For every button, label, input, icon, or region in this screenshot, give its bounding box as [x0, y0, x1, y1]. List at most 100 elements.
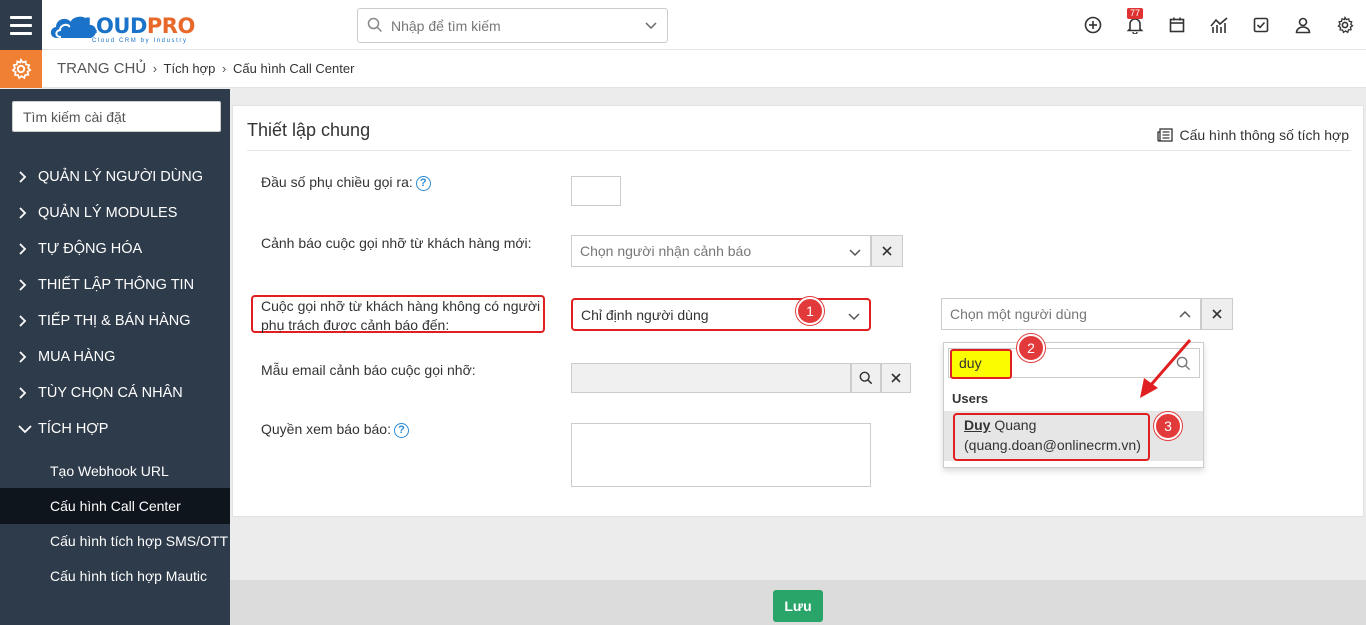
sidebar-item-user-management[interactable]: QUẢN LÝ NGƯỜI DÙNG — [0, 159, 230, 195]
sidebar-subitem-label: Cấu hình tích hợp Mautic — [50, 568, 208, 584]
sidebar-subitem-call-center[interactable]: Cấu hình Call Center — [0, 488, 230, 524]
save-button[interactable]: Lưu — [773, 590, 823, 622]
option-name: Duy Quang — [964, 417, 1036, 433]
clear-user-button[interactable] — [1201, 298, 1233, 330]
sidebar-item-label: THIẾT LẬP THÔNG TIN — [38, 277, 195, 293]
chevron-down-icon — [645, 22, 657, 30]
gear-icon[interactable] — [1334, 14, 1356, 36]
option-name-match: Duy — [964, 417, 991, 433]
settings-card: Thiết lập chung Cấu hình thông số tích h… — [232, 105, 1364, 517]
report-permission-label-text: Quyền xem báo báo: — [261, 421, 391, 437]
sidebar-item-integration[interactable]: TÍCH HỢP — [0, 411, 230, 447]
user-select[interactable]: Chọn một người dùng — [941, 298, 1201, 330]
annotation-arrow — [1140, 339, 1192, 398]
sidebar-item-marketing-sales[interactable]: TIẾP THỊ & BÁN HÀNG — [0, 303, 230, 339]
prefix-input[interactable] — [571, 176, 621, 206]
chevron-down-icon — [848, 313, 860, 321]
step-marker-2: 2 — [1017, 334, 1045, 362]
chevron-right-icon — [18, 207, 32, 219]
hamburger-line — [10, 23, 32, 27]
footer-bar: Lưu — [230, 580, 1366, 625]
top-bar: CLOUDPRO Cloud CRM by Industry Nhập để t… — [0, 0, 1366, 50]
sidebar-item-label: MUA HÀNG — [38, 349, 116, 365]
report-permission-label: Quyền xem báo báo:? — [261, 420, 409, 439]
gear-icon — [11, 58, 32, 80]
unassigned-label-line2: phụ trách được cảnh báo đến: — [261, 317, 450, 333]
close-icon — [1212, 309, 1222, 319]
card-divider — [247, 150, 1351, 151]
integration-params-link[interactable]: Cấu hình thông số tích hợp — [1157, 127, 1349, 143]
calendar-icon[interactable] — [1166, 14, 1188, 36]
close-icon — [882, 246, 892, 256]
report-permission-input[interactable] — [571, 423, 871, 487]
search-placeholder: Nhập để tìm kiếm — [391, 18, 501, 34]
breadcrumb-separator: › — [152, 61, 158, 76]
sidebar-item-modules[interactable]: QUẢN LÝ MODULES — [0, 195, 230, 231]
sidebar-subitem-label: Cấu hình Call Center — [50, 498, 181, 514]
cloudpro-logo[interactable]: CLOUDPRO Cloud CRM by Industry — [47, 8, 202, 44]
sidebar-subitem-webhook[interactable]: Tạo Webhook URL — [0, 453, 230, 489]
hamburger-line — [10, 15, 32, 19]
user-icon[interactable] — [1292, 14, 1314, 36]
sidebar-item-label: TÍCH HỢP — [38, 421, 109, 437]
sidebar-item-label: TỰ ĐỘNG HÓA — [38, 241, 143, 257]
prefix-label: Đầu số phụ chiều gọi ra:? — [261, 173, 431, 192]
sidebar-item-info-setup[interactable]: THIẾT LẬP THÔNG TIN — [0, 267, 230, 303]
global-search-input[interactable]: Nhập để tìm kiếm — [357, 8, 668, 43]
logo-tagline: Cloud CRM by Industry — [92, 38, 188, 44]
help-icon[interactable]: ? — [393, 423, 409, 438]
header-icons: 77 — [1082, 8, 1356, 36]
sidebar-item-label: QUẢN LÝ NGƯỜI DÙNG — [38, 169, 204, 185]
chevron-right-icon — [18, 351, 32, 363]
chevron-down-icon — [18, 424, 32, 434]
search-icon — [859, 371, 873, 385]
unassigned-mode-value: Chỉ định người dùng — [581, 307, 709, 323]
card-title: Thiết lập chung — [247, 120, 371, 140]
logo-text: CLOUDPRO — [69, 14, 195, 38]
option-name-rest: Quang — [990, 417, 1037, 433]
hamburger-line — [10, 31, 32, 35]
user-select-placeholder: Chọn một người dùng — [950, 306, 1087, 322]
email-template-input[interactable] — [571, 363, 851, 393]
sidebar-item-label: TIẾP THỊ & BÁN HÀNG — [38, 313, 191, 329]
sidebar-item-personal-options[interactable]: TÙY CHỌN CÁ NHÂN — [0, 375, 230, 411]
dropdown-group-label: Users — [952, 391, 989, 406]
breadcrumb-separator: › — [222, 61, 227, 76]
chevron-right-icon — [18, 171, 32, 183]
sidebar-subitem-sms-ott[interactable]: Cấu hình tích hợp SMS/OTT — [0, 523, 230, 559]
checkbox-icon[interactable] — [1250, 14, 1272, 36]
main-content: Thiết lập chung Cấu hình thông số tích h… — [230, 89, 1366, 625]
notification-badge: 77 — [1127, 8, 1144, 19]
chevron-right-icon — [18, 315, 32, 327]
email-template-label: Mẫu email cảnh báo cuộc gọi nhỡ: — [261, 362, 476, 378]
unassigned-mode-select[interactable]: Chỉ định người dùng — [571, 298, 871, 331]
chart-icon[interactable] — [1208, 14, 1230, 36]
plus-circle-icon[interactable] — [1082, 14, 1104, 36]
breadcrumb-home[interactable]: TRANG CHỦ — [57, 60, 146, 77]
missed-call-new-placeholder: Chọn người nhận cảnh báo — [580, 243, 752, 259]
sidebar-subitem-mautic[interactable]: Cấu hình tích hợp Mautic — [0, 558, 230, 594]
help-icon[interactable]: ? — [415, 176, 431, 191]
settings-sidebar: Tìm kiếm cài đặt QUẢN LÝ NGƯỜI DÙNG QUẢN… — [0, 89, 230, 625]
search-icon — [367, 17, 383, 33]
chevron-right-icon — [18, 387, 32, 399]
email-template-search-button[interactable] — [851, 363, 881, 393]
step-marker-3: 3 — [1154, 412, 1182, 440]
dropdown-search-value: duy — [959, 355, 982, 371]
hamburger-menu-button[interactable] — [0, 0, 42, 50]
bell-icon[interactable]: 77 — [1124, 8, 1146, 36]
chevron-down-icon — [849, 249, 861, 257]
sidebar-item-label: QUẢN LÝ MODULES — [38, 205, 178, 221]
unassigned-label-line1: Cuộc gọi nhỡ từ khách hàng không có ngườ… — [261, 298, 541, 314]
settings-gear-button[interactable] — [0, 50, 42, 88]
breadcrumb-integration[interactable]: Tích hợp — [164, 61, 216, 76]
clear-button[interactable] — [871, 235, 903, 267]
sidebar-item-purchasing[interactable]: MUA HÀNG — [0, 339, 230, 375]
unassigned-label: Cuộc gọi nhỡ từ khách hàng không có ngườ… — [261, 297, 540, 335]
email-template-clear-button[interactable] — [881, 363, 911, 393]
chevron-up-icon — [1179, 310, 1191, 318]
sidebar-item-automation[interactable]: TỰ ĐỘNG HÓA — [0, 231, 230, 267]
settings-search-input[interactable]: Tìm kiếm cài đặt — [12, 101, 221, 132]
breadcrumb: TRANG CHỦ › Tích hợp › Cấu hình Call Cen… — [57, 60, 354, 77]
missed-call-new-select[interactable]: Chọn người nhận cảnh báo — [571, 235, 871, 267]
